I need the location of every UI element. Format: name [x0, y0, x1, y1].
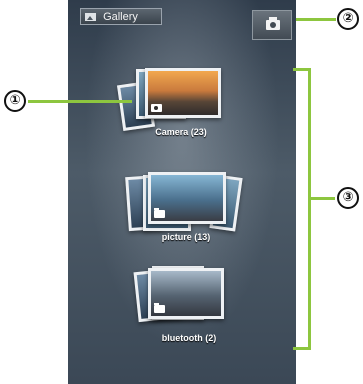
album-bluetooth-label: bluetooth (2) [161, 333, 217, 343]
album-picture-label: picture (13) [161, 232, 211, 242]
folder-icon [154, 208, 165, 218]
callout-bracket-bottom [293, 347, 311, 350]
callout-3: ③ [337, 187, 359, 209]
callout-line-3 [311, 197, 335, 200]
camera-button[interactable] [252, 10, 292, 40]
album-bluetooth[interactable] [126, 262, 252, 328]
camera-badge-icon [151, 104, 162, 112]
album-photo-main [148, 172, 226, 224]
gallery-screen: Gallery Camera (23) picture (13) bluetoo… [68, 0, 296, 384]
callout-bracket-vertical [308, 68, 311, 350]
callout-2: ② [337, 8, 359, 30]
callout-line-1 [28, 100, 132, 103]
album-picture[interactable] [123, 170, 249, 236]
callout-1: ① [4, 90, 26, 112]
camera-icon [266, 17, 280, 30]
gallery-label: Gallery [103, 11, 138, 23]
callout-line-2 [296, 18, 336, 21]
gallery-button[interactable]: Gallery [80, 8, 162, 25]
album-photo-main [145, 68, 221, 118]
gallery-icon [85, 13, 96, 21]
folder-icon [154, 303, 165, 313]
album-camera-label: Camera (23) [155, 127, 207, 137]
album-photo-main [148, 268, 224, 319]
album-camera[interactable] [116, 66, 244, 134]
